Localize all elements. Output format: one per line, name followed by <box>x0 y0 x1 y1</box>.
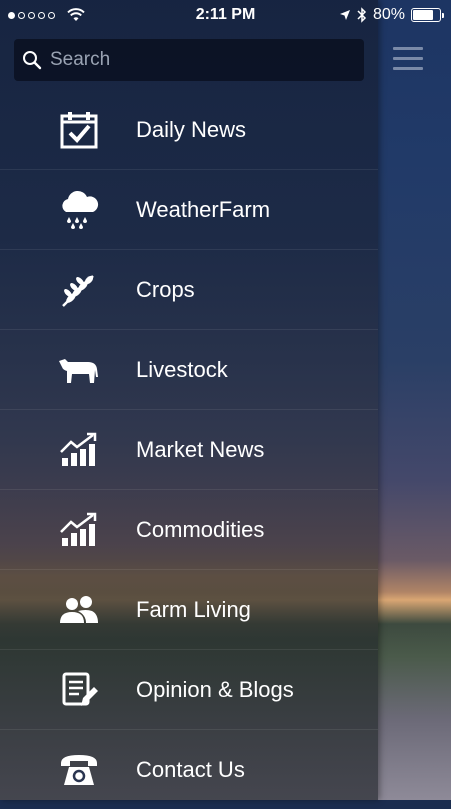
menu-list: Daily News WeatherFarm Crops Livestock M… <box>0 90 378 809</box>
search-icon <box>23 51 42 70</box>
calendar-check-icon <box>58 109 100 151</box>
menu-item-weatherfarm[interactable]: WeatherFarm <box>0 170 378 250</box>
chart-up-icon <box>58 509 100 551</box>
menu-item-label: Livestock <box>136 356 228 382</box>
menu-item-label: Crops <box>136 276 195 302</box>
menu-item-market-news[interactable]: Market News <box>0 410 378 490</box>
wifi-icon <box>67 8 85 21</box>
menu-item-label: Contact Us <box>136 756 245 782</box>
rain-cloud-icon <box>58 189 100 231</box>
status-time: 2:11 PM <box>195 6 256 23</box>
menu-item-livestock[interactable]: Livestock <box>0 330 378 410</box>
signal-strength-icon <box>8 11 55 19</box>
menu-item-contact-us[interactable]: Contact Us <box>0 730 378 809</box>
menu-item-label: Farm Living <box>136 596 251 622</box>
search-input[interactable] <box>48 48 352 72</box>
location-arrow-icon <box>339 10 350 20</box>
menu-toggle-button[interactable] <box>393 47 423 71</box>
menu-item-label: Daily News <box>136 116 247 142</box>
status-bar: 2:11 PM 80% <box>0 0 451 30</box>
search-bar[interactable] <box>14 39 364 81</box>
menu-item-label: Market News <box>136 436 265 462</box>
navigation-drawer: Daily News WeatherFarm <box>0 0 378 800</box>
people-icon <box>58 589 100 631</box>
telephone-icon <box>58 749 100 791</box>
menu-item-opinion-blogs[interactable]: Opinion & Blogs <box>0 650 378 730</box>
bluetooth-icon <box>357 7 367 23</box>
menu-item-daily-news[interactable]: Daily News <box>0 90 378 170</box>
menu-item-label: Opinion & Blogs <box>136 676 294 702</box>
menu-item-label: WeatherFarm <box>136 196 271 222</box>
battery-icon <box>411 8 444 22</box>
document-edit-icon <box>58 669 100 711</box>
menu-item-label: Commodities <box>136 516 265 542</box>
battery-percent: 80% <box>372 6 405 23</box>
menu-item-farm-living[interactable]: Farm Living <box>0 570 378 650</box>
chart-up-icon <box>58 429 100 471</box>
cow-icon <box>58 349 100 391</box>
menu-item-crops[interactable]: Crops <box>0 250 378 330</box>
menu-item-commodities[interactable]: Commodities <box>0 490 378 570</box>
wheat-icon <box>58 269 100 311</box>
